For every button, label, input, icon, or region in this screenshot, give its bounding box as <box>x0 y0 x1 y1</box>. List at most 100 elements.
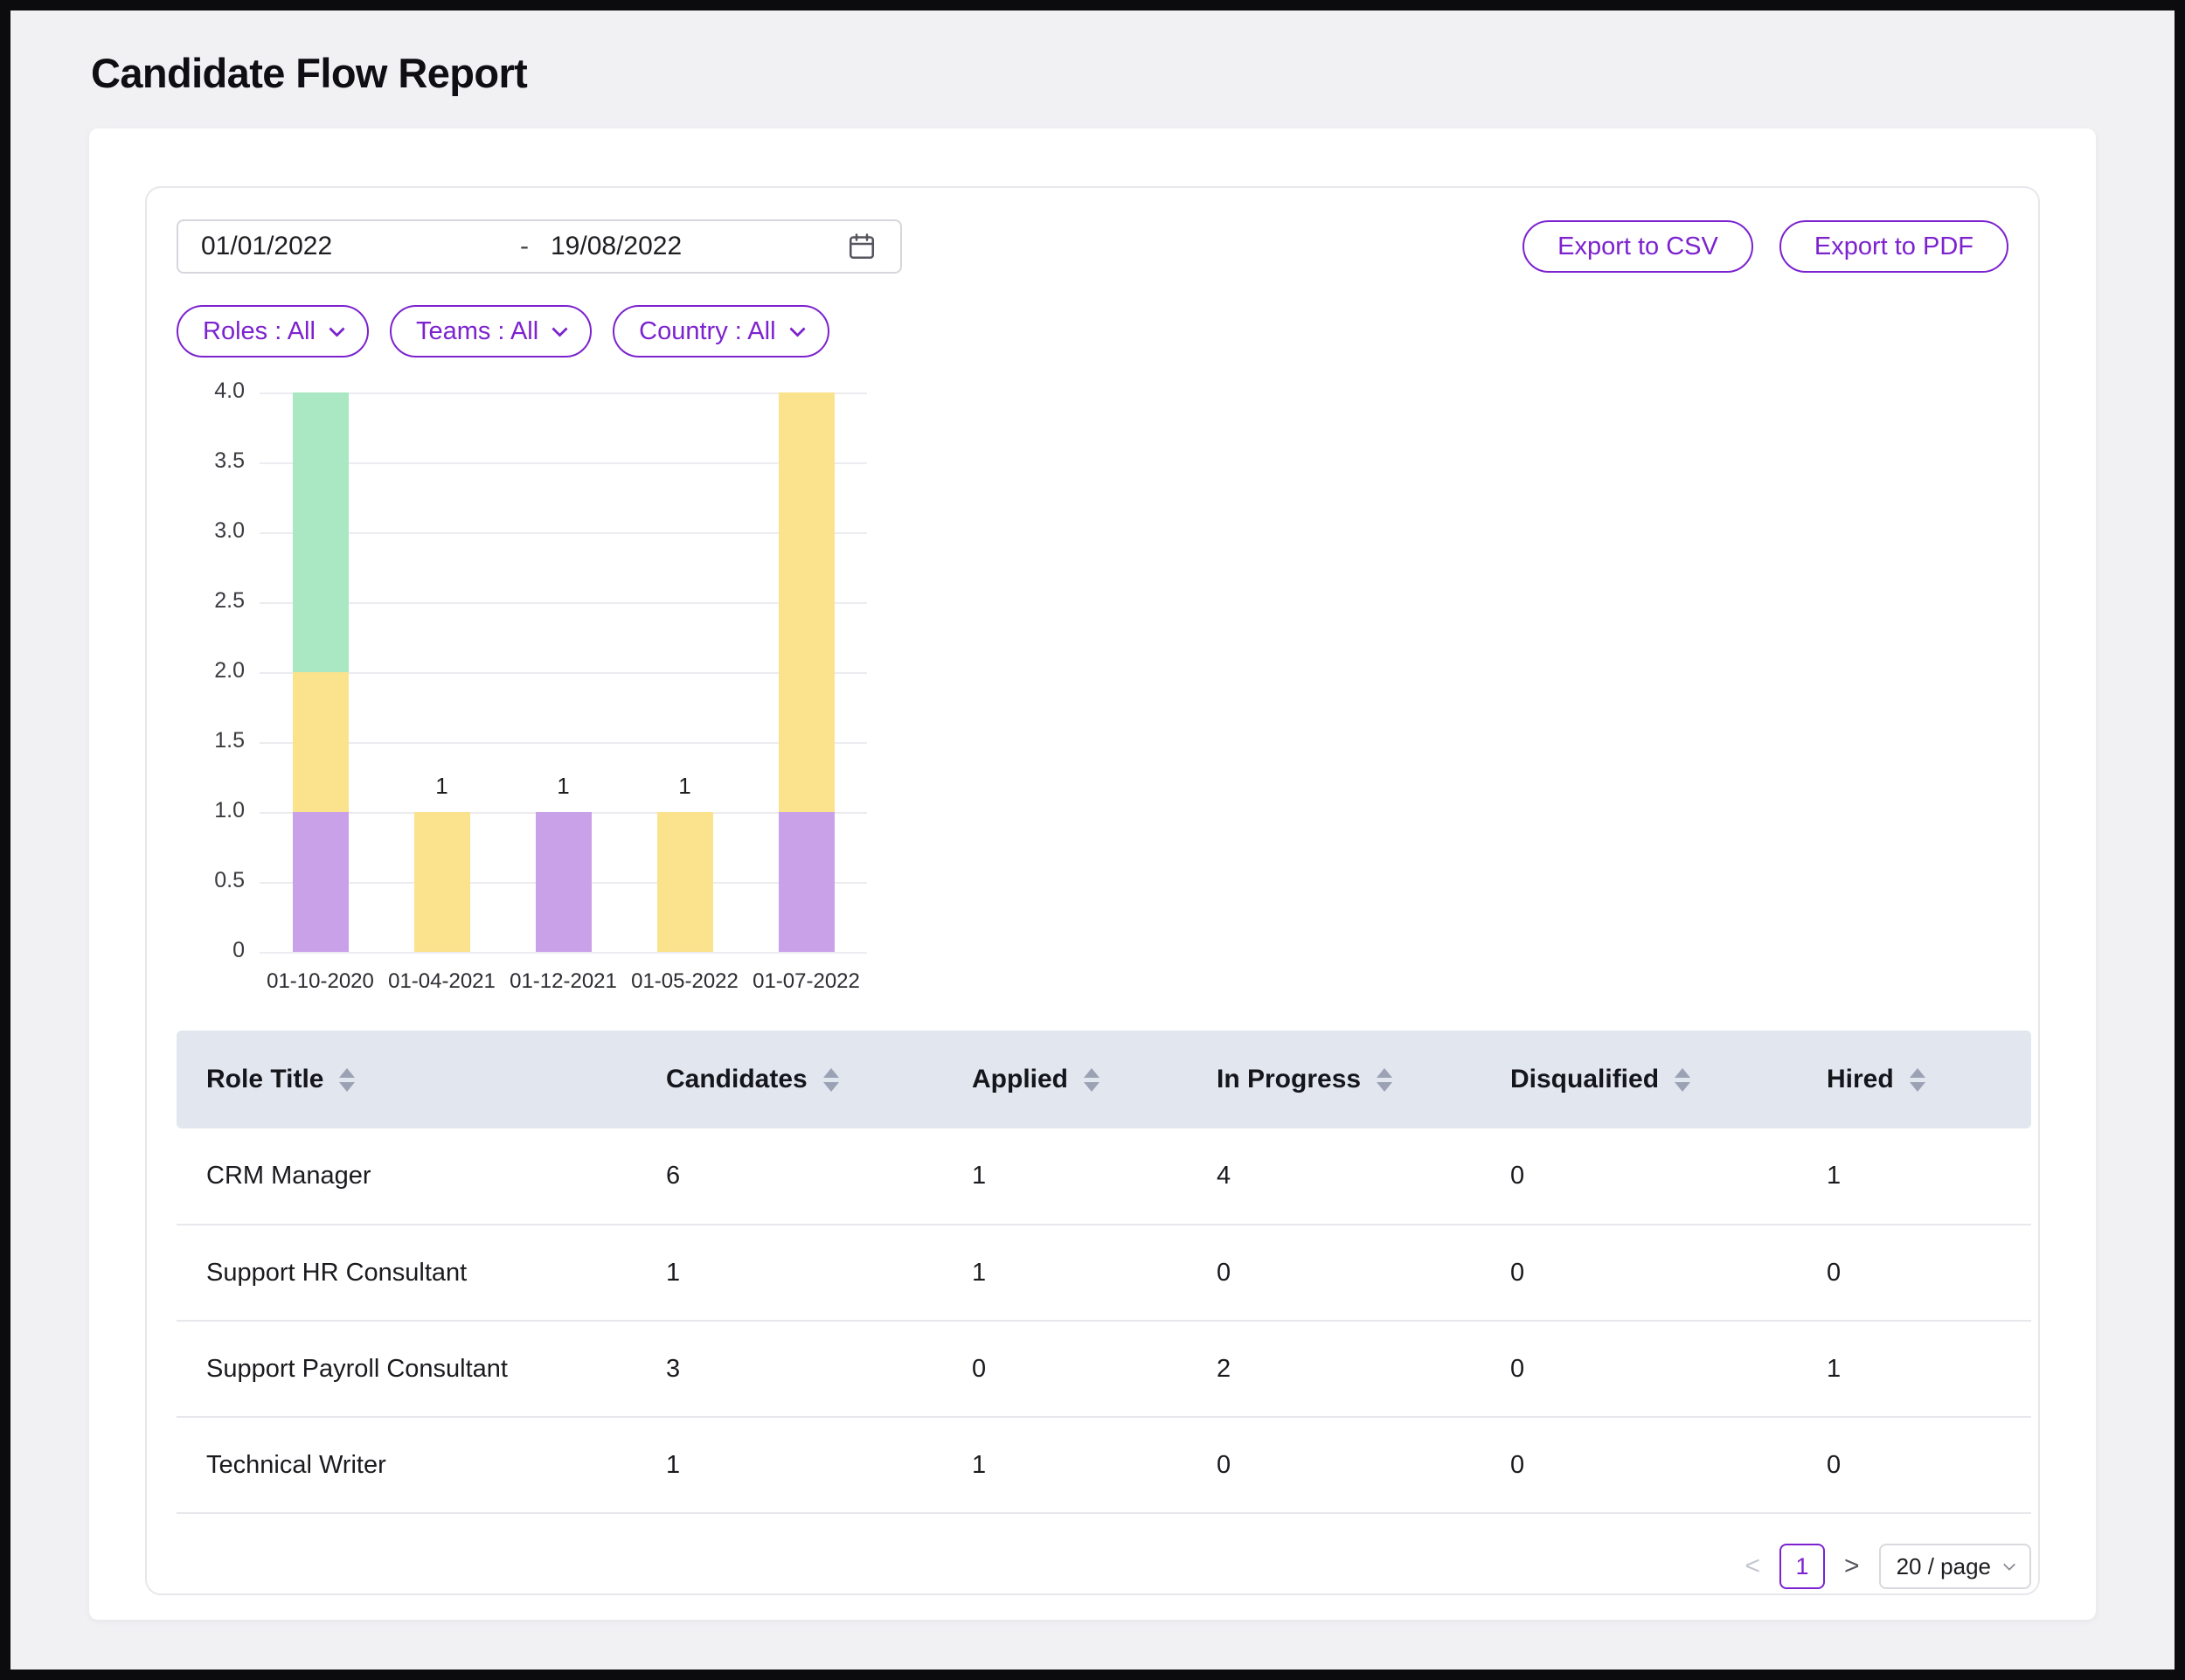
cell-role-title: CRM Manager <box>177 1128 666 1225</box>
filter-roles[interactable]: Roles : All <box>177 305 369 358</box>
cell-in-progress: 0 <box>1217 1417 1510 1513</box>
page-number-button[interactable]: 1 <box>1779 1544 1825 1589</box>
column-header-candidates[interactable]: Candidates <box>666 1031 972 1128</box>
filter-teams-label: Teams : All <box>416 317 538 346</box>
cell-in-progress: 4 <box>1217 1128 1510 1225</box>
export-pdf-button[interactable]: Export to PDF <box>1779 220 2008 273</box>
y-axis-tick-label: 3.5 <box>177 448 245 474</box>
cell-in-progress: 2 <box>1217 1321 1510 1417</box>
sort-icon[interactable] <box>823 1068 839 1092</box>
chevron-down-icon <box>2003 1559 2015 1571</box>
column-header-hired[interactable]: Hired <box>1827 1031 2031 1128</box>
cell-disqualified: 0 <box>1510 1128 1827 1225</box>
date-start-value[interactable]: 01/01/2022 <box>201 232 498 261</box>
report-card: 01/01/2022 - 19/08/2022 Export to CSV Ex… <box>89 128 2096 1620</box>
column-label: Disqualified <box>1510 1065 1659 1094</box>
sort-icon[interactable] <box>1675 1068 1690 1092</box>
chevron-down-icon <box>329 321 344 337</box>
date-range-picker[interactable]: 01/01/2022 - 19/08/2022 <box>177 219 902 274</box>
cell-role-title: Technical Writer <box>177 1417 666 1513</box>
bar-01-10-2020[interactable] <box>293 392 349 952</box>
cell-hired: 1 <box>1827 1128 2031 1225</box>
y-axis-tick-label: 0 <box>177 938 245 963</box>
filters-row: Roles : All Teams : All Country : All <box>177 305 2008 358</box>
bar-segment-yellow-segment <box>293 672 349 812</box>
previous-page-button[interactable]: < <box>1745 1552 1761 1581</box>
column-label: Applied <box>972 1065 1068 1094</box>
cell-applied: 1 <box>972 1225 1217 1321</box>
filter-teams[interactable]: Teams : All <box>390 305 592 358</box>
bar-segment-yellow-segment <box>657 812 713 952</box>
y-axis-tick-label: 2.0 <box>177 658 245 684</box>
x-axis-tick-label: 01-10-2020 <box>260 969 381 994</box>
chevron-down-icon <box>551 321 567 337</box>
cell-disqualified: 0 <box>1510 1417 1827 1513</box>
column-header-disqualified[interactable]: Disqualified <box>1510 1031 1827 1128</box>
column-label: Candidates <box>666 1065 808 1094</box>
cell-hired: 1 <box>1827 1321 2031 1417</box>
y-axis-tick-label: 1.5 <box>177 728 245 753</box>
filter-country[interactable]: Country : All <box>613 305 829 358</box>
y-axis-tick-label: 1.0 <box>177 798 245 823</box>
chart-plot-area: 111 <box>260 392 867 952</box>
candidate-flow-table: Role Title Candidates Applied In Progres… <box>177 1031 2031 1514</box>
y-axis-tick-label: 2.5 <box>177 588 245 614</box>
report-panel: 01/01/2022 - 19/08/2022 Export to CSV Ex… <box>145 186 2040 1595</box>
cell-in-progress: 0 <box>1217 1225 1510 1321</box>
cell-applied: 1 <box>972 1417 1217 1513</box>
chevron-down-icon <box>789 321 805 337</box>
date-separator: - <box>498 232 551 261</box>
export-csv-button[interactable]: Export to CSV <box>1523 220 1753 273</box>
x-axis-tick-label: 01-04-2021 <box>381 969 503 994</box>
cell-role-title: Support HR Consultant <box>177 1225 666 1321</box>
table-row: Technical Writer 1 1 0 0 0 <box>177 1417 2031 1513</box>
cell-disqualified: 0 <box>1510 1321 1827 1417</box>
column-label: In Progress <box>1217 1065 1361 1094</box>
cell-disqualified: 0 <box>1510 1225 1827 1321</box>
bar-segment-purple-segment <box>293 812 349 952</box>
bar-segment-yellow-segment <box>779 392 835 812</box>
cell-hired: 0 <box>1827 1225 2031 1321</box>
date-end-value[interactable]: 19/08/2022 <box>551 232 846 261</box>
y-axis-tick-label: 4.0 <box>177 378 245 404</box>
next-page-button[interactable]: > <box>1844 1552 1860 1581</box>
column-header-in-progress[interactable]: In Progress <box>1217 1031 1510 1128</box>
calendar-icon[interactable] <box>846 231 877 262</box>
bar-segment-green-segment <box>293 392 349 672</box>
column-header-role-title[interactable]: Role Title <box>177 1031 666 1128</box>
cell-role-title: Support Payroll Consultant <box>177 1321 666 1417</box>
filter-country-label: Country : All <box>639 317 775 346</box>
gridline <box>260 952 867 954</box>
cell-candidates: 3 <box>666 1321 972 1417</box>
bar-01-12-2021[interactable] <box>536 392 592 952</box>
bar-value-label: 1 <box>624 773 746 800</box>
bar-01-05-2022[interactable] <box>657 392 713 952</box>
bar-01-07-2022[interactable] <box>779 392 835 952</box>
bar-value-label: 1 <box>381 773 503 800</box>
table-row: Support Payroll Consultant 3 0 2 0 1 <box>177 1321 2031 1417</box>
bar-segment-yellow-segment <box>414 812 470 952</box>
export-buttons: Export to CSV Export to PDF <box>1523 220 2008 273</box>
sort-icon[interactable] <box>1910 1068 1925 1092</box>
bar-segment-purple-segment <box>779 812 835 952</box>
column-label: Hired <box>1827 1065 1894 1094</box>
candidate-flow-chart: 111 4.03.53.02.52.01.51.00.5001-10-20200… <box>177 384 963 996</box>
y-axis-tick-label: 0.5 <box>177 868 245 893</box>
bar-01-04-2021[interactable] <box>414 392 470 952</box>
sort-icon[interactable] <box>1377 1068 1392 1092</box>
x-axis-tick-label: 01-07-2022 <box>746 969 867 994</box>
table-header-row: Role Title Candidates Applied In Progres… <box>177 1031 2031 1128</box>
bar-segment-purple-segment <box>536 812 592 952</box>
toolbar: 01/01/2022 - 19/08/2022 Export to CSV Ex… <box>177 219 2008 274</box>
table-row: Support HR Consultant 1 1 0 0 0 <box>177 1225 2031 1321</box>
table-row: CRM Manager 6 1 4 0 1 <box>177 1128 2031 1225</box>
column-label: Role Title <box>206 1065 323 1094</box>
x-axis-tick-label: 01-05-2022 <box>624 969 746 994</box>
page-title: Candidate Flow Report <box>91 49 2175 97</box>
page-size-value: 20 / page <box>1897 1553 1991 1580</box>
sort-icon[interactable] <box>339 1068 355 1092</box>
column-header-applied[interactable]: Applied <box>972 1031 1217 1128</box>
page-size-select[interactable]: 20 / page <box>1879 1544 2031 1589</box>
sort-icon[interactable] <box>1084 1068 1099 1092</box>
cell-candidates: 1 <box>666 1225 972 1321</box>
